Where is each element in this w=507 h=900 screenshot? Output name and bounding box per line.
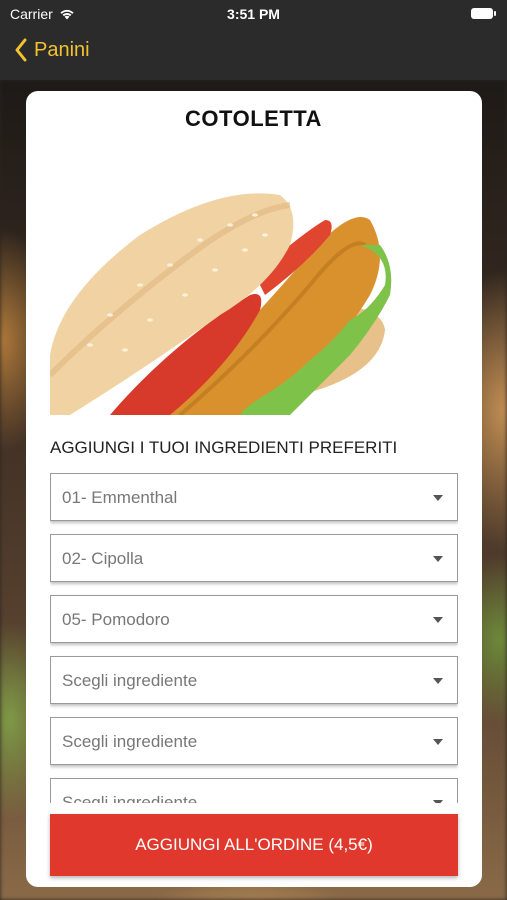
caret-down-icon [433, 617, 443, 623]
ingredient-select-value: 01- Emmenthal [62, 488, 178, 507]
back-button[interactable]: Panini [14, 38, 90, 62]
ingredients-heading: AGGIUNGI I TUOI INGREDIENTI PREFERITI [50, 438, 398, 457]
ingredient-list: 01- Emmenthal 02- Cipolla 05- Pomodoro S… [50, 473, 458, 803]
add-to-order-button[interactable]: AGGIUNGI ALL'ORDINE (4,5€) [50, 814, 458, 876]
ingredient-select-1[interactable]: 01- Emmenthal [50, 473, 458, 521]
ingredient-select-5[interactable]: Scegli ingrediente [50, 717, 458, 765]
product-title: COTOLETTA [185, 106, 322, 131]
ingredient-select-value: Scegli ingrediente [62, 793, 198, 803]
chevron-left-icon [15, 38, 27, 62]
ingredient-select-value: 05- Pomodoro [62, 610, 170, 629]
product-photo [50, 145, 460, 415]
ingredient-select-value: 02- Cipolla [62, 549, 144, 568]
caret-down-icon [433, 495, 443, 501]
ingredient-select-2[interactable]: 02- Cipolla [50, 534, 458, 582]
sandwich-image [50, 193, 392, 415]
status-bar: Carrier 3:51 PM [0, 0, 507, 28]
caret-down-icon [433, 556, 443, 562]
ingredient-select-value: Scegli ingrediente [62, 732, 198, 751]
ingredient-select-3[interactable]: 05- Pomodoro [50, 595, 458, 643]
ingredient-select-6[interactable]: Scegli ingrediente [50, 778, 458, 803]
status-time: 3:51 PM [227, 6, 280, 22]
ingredient-select-4[interactable]: Scegli ingrediente [50, 656, 458, 704]
navigation-bar: Panini [0, 28, 507, 80]
battery-icon [471, 8, 496, 19]
caret-down-icon [433, 678, 443, 684]
caret-down-icon [433, 800, 443, 803]
ingredient-select-value: Scegli ingrediente [62, 671, 198, 690]
back-label: Panini [34, 38, 90, 61]
caret-down-icon [433, 739, 443, 745]
